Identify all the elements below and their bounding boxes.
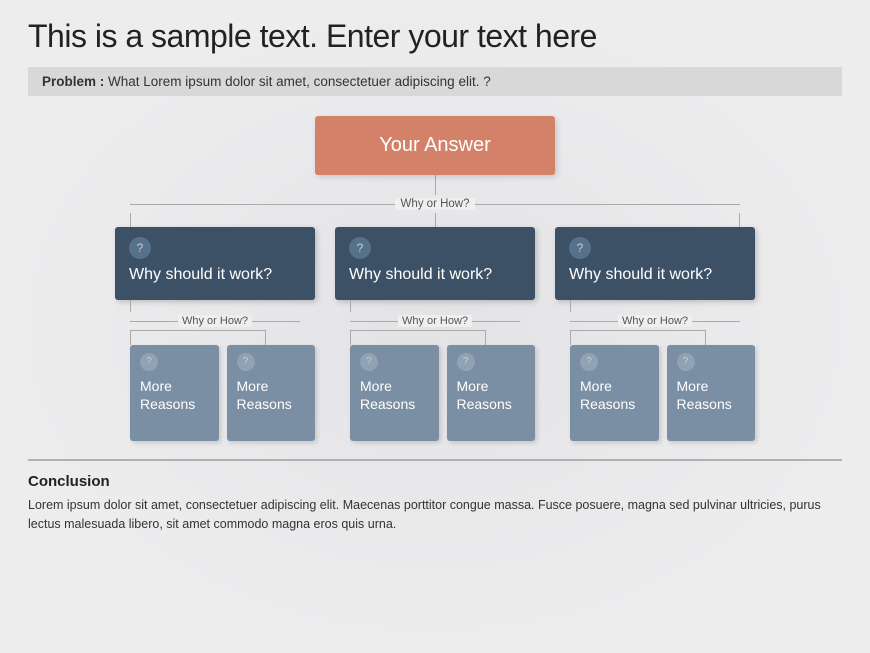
reasons-box-1[interactable]: ? MoreReasons bbox=[130, 345, 219, 441]
g3-drop-2 bbox=[705, 331, 706, 345]
g1-drop-2 bbox=[265, 331, 266, 345]
group2-why-how: Why or How? bbox=[335, 312, 535, 330]
reasons-badge-6: ? bbox=[677, 353, 695, 371]
reasons-badge-2: ? bbox=[237, 353, 255, 371]
reasons-text-1: MoreReasons bbox=[140, 377, 195, 413]
group1-why-how-label: Why or How? bbox=[178, 315, 252, 327]
why-box-3[interactable]: ? Why should it work? bbox=[555, 227, 755, 300]
g2-drop-2 bbox=[485, 331, 486, 345]
why-text-3: Why should it work? bbox=[569, 265, 741, 286]
content: This is a sample text. Enter your text h… bbox=[0, 0, 870, 551]
question-badge-3: ? bbox=[569, 237, 591, 259]
reasons-badge-4: ? bbox=[457, 353, 475, 371]
reasons-box-3[interactable]: ? MoreReasons bbox=[350, 345, 439, 441]
why-text-1: Why should it work? bbox=[129, 265, 301, 286]
main-title: This is a sample text. Enter your text h… bbox=[28, 18, 842, 55]
main-why-how-label: Why or How? bbox=[395, 198, 474, 210]
reasons-badge-3: ? bbox=[360, 353, 378, 371]
top-vertical-line bbox=[435, 175, 436, 195]
middle-row: ? Why should it work? Why or How? bbox=[115, 227, 755, 441]
conclusion-text: Lorem ipsum dolor sit amet, consectetuer… bbox=[28, 496, 842, 534]
reasons-text-3: MoreReasons bbox=[360, 377, 415, 413]
group2-pair-drops bbox=[350, 331, 486, 345]
reasons-text-5: MoreReasons bbox=[580, 377, 635, 413]
group3-pair-drops bbox=[570, 331, 706, 345]
drop-line-3 bbox=[739, 213, 740, 227]
reasons-badge-5: ? bbox=[580, 353, 598, 371]
reasons-box-4[interactable]: ? MoreReasons bbox=[447, 345, 536, 441]
problem-text: What Lorem ipsum dolor sit amet, consect… bbox=[108, 74, 491, 89]
group-1: ? Why should it work? Why or How? bbox=[115, 227, 315, 441]
reasons-text-4: MoreReasons bbox=[457, 377, 512, 413]
why-box-1[interactable]: ? Why should it work? bbox=[115, 227, 315, 300]
divider bbox=[28, 459, 842, 461]
reasons-badge-1: ? bbox=[140, 353, 158, 371]
drop-line-1 bbox=[130, 213, 131, 227]
group1-pair-drops bbox=[130, 331, 266, 345]
top-box[interactable]: Your Answer bbox=[315, 116, 555, 175]
group2-v-drop bbox=[350, 300, 351, 312]
drop-line-2 bbox=[435, 213, 436, 227]
top-box-text: Your Answer bbox=[379, 134, 491, 156]
reasons-box-6[interactable]: ? MoreReasons bbox=[667, 345, 756, 441]
g1-drop-1 bbox=[130, 331, 131, 345]
g3-drop-1 bbox=[570, 331, 571, 345]
page: This is a sample text. Enter your text h… bbox=[0, 0, 870, 653]
problem-bar: Problem : What Lorem ipsum dolor sit ame… bbox=[28, 67, 842, 96]
why-text-2: Why should it work? bbox=[349, 265, 521, 286]
why-box-2[interactable]: ? Why should it work? bbox=[335, 227, 535, 300]
conclusion-section: Conclusion Lorem ipsum dolor sit amet, c… bbox=[28, 473, 842, 534]
problem-label: Problem : bbox=[42, 74, 104, 89]
three-drops bbox=[130, 213, 740, 227]
group1-why-how: Why or How? bbox=[115, 312, 315, 330]
reasons-box-2[interactable]: ? MoreReasons bbox=[227, 345, 316, 441]
diagram: Your Answer Why or How? bbox=[28, 116, 842, 441]
conclusion-title: Conclusion bbox=[28, 473, 842, 490]
reasons-text-6: MoreReasons bbox=[677, 377, 732, 413]
question-badge-2: ? bbox=[349, 237, 371, 259]
reasons-box-5[interactable]: ? MoreReasons bbox=[570, 345, 659, 441]
g2-drop-1 bbox=[350, 331, 351, 345]
question-badge-1: ? bbox=[129, 237, 151, 259]
group3-v-drop bbox=[570, 300, 571, 312]
group2-why-how-label: Why or How? bbox=[398, 315, 472, 327]
group-3: ? Why should it work? Why or How? bbox=[555, 227, 755, 441]
group3-why-how-label: Why or How? bbox=[618, 315, 692, 327]
reasons-text-2: MoreReasons bbox=[237, 377, 292, 413]
group3-why-how: Why or How? bbox=[555, 312, 755, 330]
group-2: ? Why should it work? Why or How? bbox=[335, 227, 535, 441]
group1-v-drop bbox=[130, 300, 131, 312]
